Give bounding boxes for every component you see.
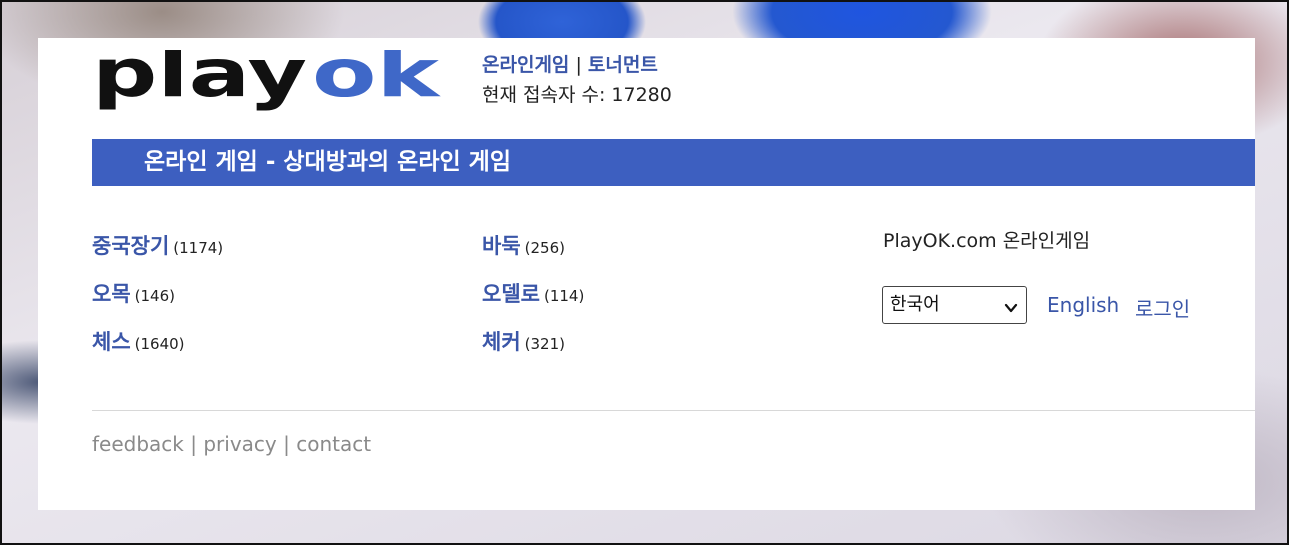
game-player-count: (114) [543,287,585,305]
footer-separator: | [190,432,197,456]
game-link-gomoku[interactable]: 오목 [92,282,131,306]
contact-link[interactable]: contact [296,432,371,456]
login-link[interactable]: 로그인 [1135,293,1190,322]
top-nav: 온라인게임 | 토너먼트 현재 접속자 수: 17280 [482,50,672,110]
section-banner: 온라인 게임 - 상대방과의 온라인 게임 [92,139,1255,186]
privacy-link[interactable]: privacy [203,432,276,456]
feedback-link[interactable]: feedback [92,432,184,456]
nav-online-games-link[interactable]: 온라인게임 [482,54,569,76]
game-link-go[interactable]: 바둑 [482,234,521,258]
banner-title: 온라인 게임 - 상대방과의 온라인 게임 [144,149,511,175]
chevron-down-icon [1004,299,1018,313]
english-link[interactable]: English [1047,293,1119,317]
game-player-count: (1640) [134,335,185,353]
footer-divider [92,410,1255,411]
game-item: 오목 (146) [92,278,175,308]
game-player-count: (321) [524,335,565,353]
logo-text-ok: ok [312,50,442,112]
game-item: 바둑 (256) [482,230,565,260]
game-item: 중국장기 (1174) [92,230,223,260]
nav-separator: | [575,54,582,76]
game-item: 오델로 (114) [482,278,584,308]
game-player-count: (146) [134,287,175,305]
online-users-label: 현재 접속자 수: [482,84,606,106]
game-item: 체커 (321) [482,326,565,356]
game-player-count: (1174) [173,239,224,257]
online-users: 현재 접속자 수: 17280 [482,80,672,110]
language-selected-value: 한국어 [890,294,940,315]
language-select[interactable]: 한국어 [882,286,1027,324]
game-link-checkers[interactable]: 체커 [482,330,521,354]
footer-separator: | [283,432,290,456]
browser-frame: play ok 온라인게임 | 토너먼트 현재 접속자 수: 17280 온라인… [0,0,1289,545]
online-users-count: 17280 [611,84,672,106]
game-link-chess[interactable]: 체스 [92,330,131,354]
main-panel: play ok 온라인게임 | 토너먼트 현재 접속자 수: 17280 온라인… [38,38,1255,510]
site-subtitle: PlayOK.com 온라인게임 [883,230,1091,252]
footer-links: feedback | privacy | contact [92,432,371,456]
nav-tournaments-link[interactable]: 토너먼트 [588,54,658,76]
game-item: 체스 (1640) [92,326,185,356]
game-player-count: (256) [524,239,565,257]
logo-text-play: play [92,50,307,112]
game-link-reversi[interactable]: 오델로 [482,282,540,306]
game-link-xiangqi[interactable]: 중국장기 [92,234,169,258]
playok-logo[interactable]: play ok [92,50,442,114]
